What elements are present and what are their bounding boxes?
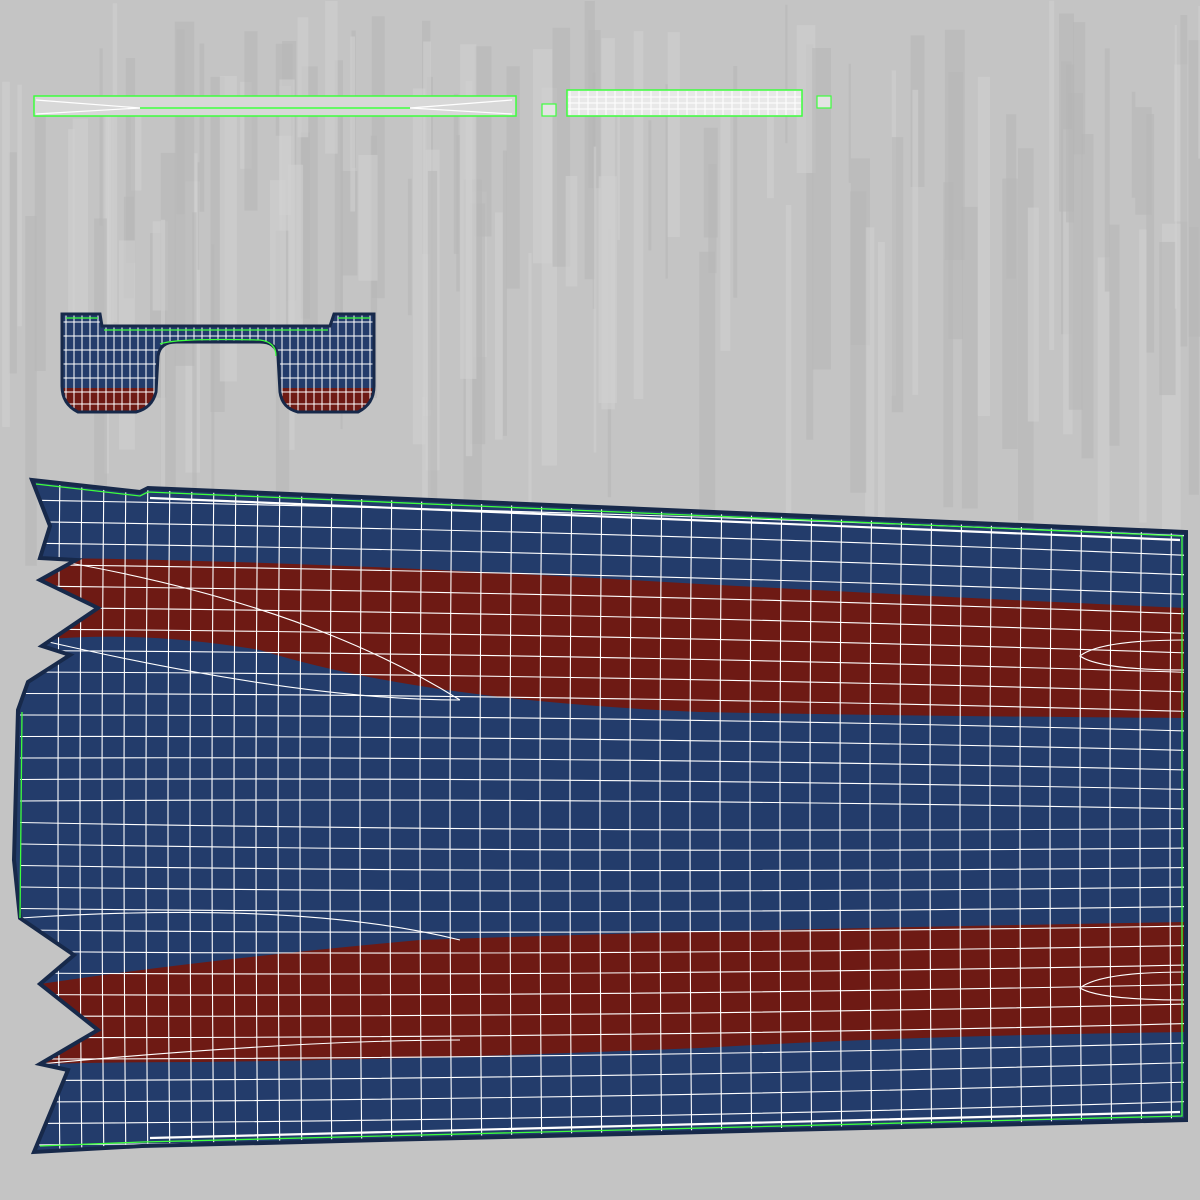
background-streak xyxy=(199,43,205,212)
background-streak xyxy=(850,191,867,493)
trouser-panel-island xyxy=(11,477,1188,1155)
background-streak xyxy=(465,81,473,457)
background-streak xyxy=(427,170,438,531)
small-square-b-island xyxy=(816,95,832,109)
uv-texture-canvas xyxy=(0,0,1200,1200)
background-streak xyxy=(1131,91,1136,198)
background-streak xyxy=(1109,224,1120,446)
background-streak xyxy=(912,89,919,395)
background-streak xyxy=(502,150,507,436)
background-streak xyxy=(17,84,22,327)
background-streak xyxy=(412,88,426,445)
background-streak xyxy=(1104,48,1110,292)
background-streak xyxy=(34,115,46,372)
background-streak xyxy=(358,154,378,281)
background-streak xyxy=(1027,207,1039,422)
background-streak xyxy=(325,0,338,154)
background-streak xyxy=(1180,15,1188,347)
background-streak xyxy=(112,3,118,323)
background-streak xyxy=(99,48,103,226)
background-streak xyxy=(617,101,620,240)
background-streak xyxy=(269,180,286,325)
waistband-strip-island xyxy=(33,95,517,117)
background-streak xyxy=(528,252,532,511)
background-streak xyxy=(961,206,978,509)
background-streak xyxy=(865,227,875,540)
background-streak xyxy=(877,241,885,526)
background-streak xyxy=(1081,134,1094,459)
background-streak xyxy=(244,31,258,211)
background-streak xyxy=(197,162,200,270)
background-streak xyxy=(944,29,965,260)
background-streak xyxy=(2,81,10,427)
uv-layout xyxy=(0,0,1200,1200)
background-streak xyxy=(633,31,644,399)
background-streak xyxy=(848,63,851,183)
grid-strip-island xyxy=(566,89,803,117)
background-streak xyxy=(667,32,680,238)
background-streak xyxy=(1159,241,1176,396)
background-streak xyxy=(584,0,595,280)
background-streak xyxy=(1068,92,1083,410)
background-streak xyxy=(565,175,578,287)
background-streak xyxy=(1097,257,1110,541)
background-streak xyxy=(648,120,652,251)
background-streak xyxy=(297,17,309,138)
background-streak xyxy=(593,146,597,453)
background-streak xyxy=(1049,0,1055,351)
background-streak xyxy=(1188,40,1200,337)
background-streak xyxy=(720,98,731,351)
background-streak xyxy=(174,21,195,366)
background-streak xyxy=(1135,107,1152,215)
background-streak xyxy=(785,4,788,144)
small-square-a-island xyxy=(541,103,557,117)
background-streak xyxy=(1139,229,1147,523)
background-streak xyxy=(785,205,792,514)
background-streak xyxy=(350,36,356,212)
background-streak xyxy=(891,137,904,413)
background-streak xyxy=(1002,178,1018,449)
background-streak xyxy=(453,93,459,254)
background-streak xyxy=(495,212,503,440)
background-streak xyxy=(1174,24,1177,309)
background-streak xyxy=(407,178,412,316)
background-streak xyxy=(977,76,990,416)
